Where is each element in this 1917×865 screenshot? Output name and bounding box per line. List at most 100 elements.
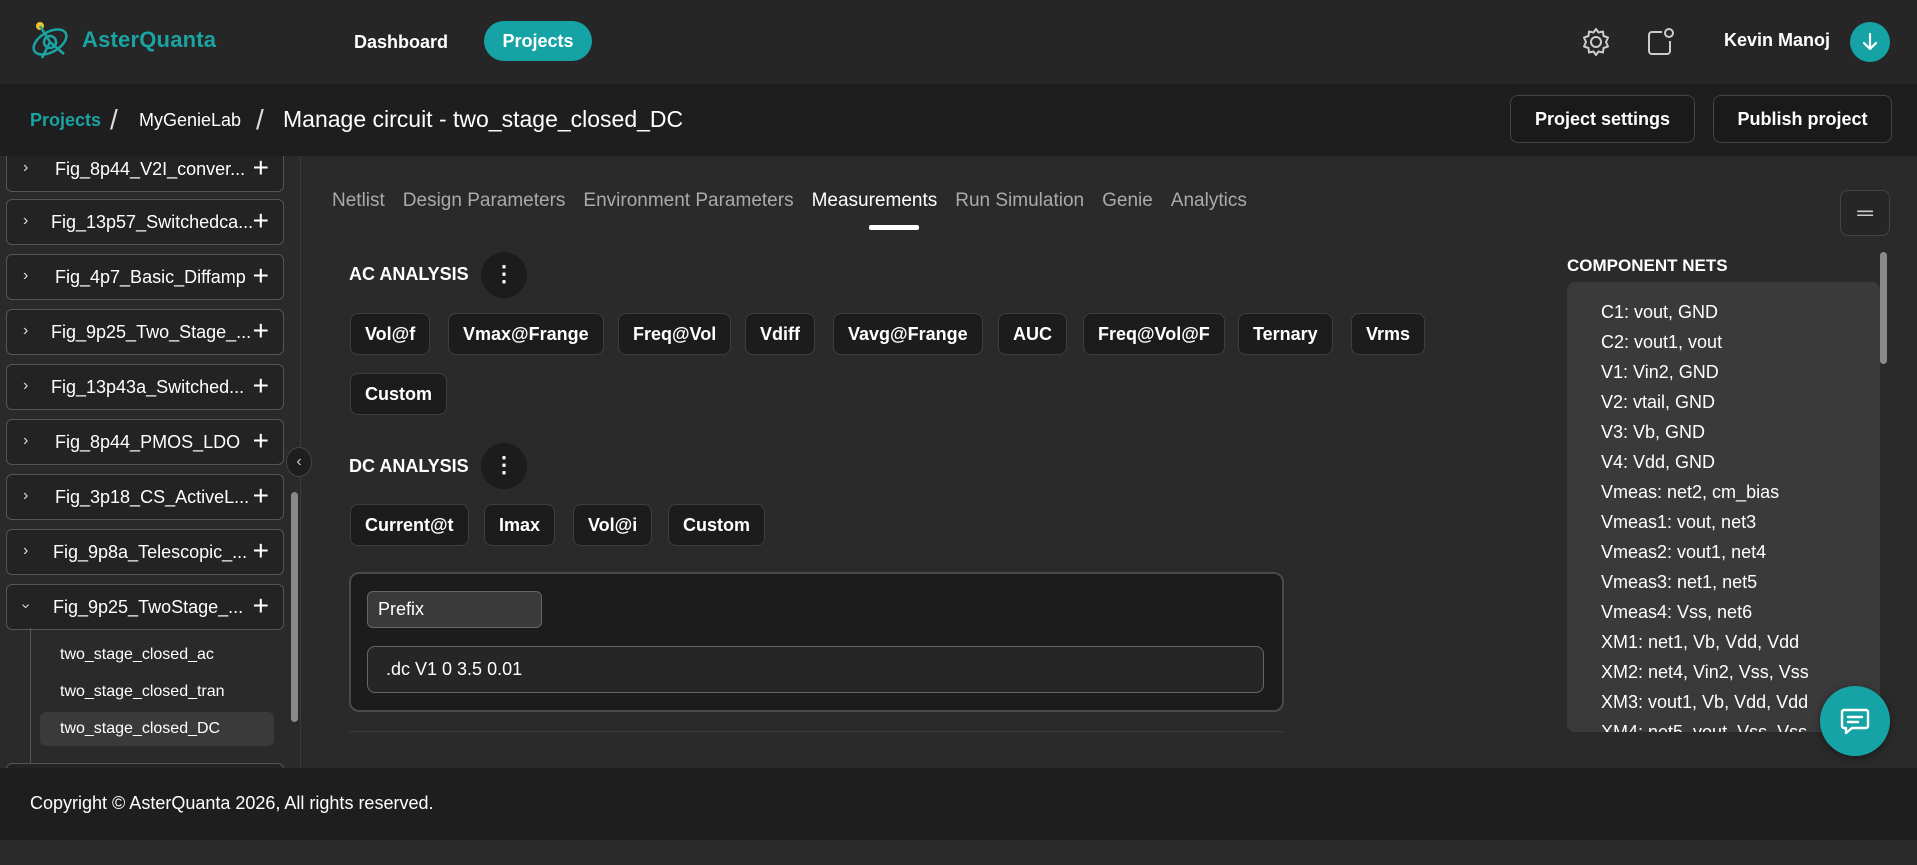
chat-button[interactable] bbox=[1820, 686, 1890, 756]
tab-analytics[interactable]: Analytics bbox=[1171, 190, 1247, 212]
nav-dashboard[interactable]: Dashboard bbox=[340, 22, 462, 62]
brand-name: AsterQuanta bbox=[82, 27, 217, 52]
analysis-command-input[interactable]: .dc V1 0 3.5 0.01 bbox=[367, 646, 1264, 693]
notification-icon[interactable] bbox=[1642, 24, 1678, 60]
net-item: C2: vout1, vout bbox=[1601, 332, 1723, 352]
user-name: Kevin Manoj bbox=[1724, 30, 1831, 50]
dc-chip[interactable]: Imax bbox=[484, 504, 556, 546]
sidebar-item[interactable]: › Fig_13p43a_Switched... + bbox=[6, 364, 284, 410]
net-item: V4: Vdd, GND bbox=[1601, 452, 1716, 472]
tab-measurements[interactable]: Measurements bbox=[812, 190, 938, 212]
dc-chip-custom[interactable]: Custom bbox=[668, 504, 765, 546]
sidebar-item[interactable]: › Fig_9p25_Two_Stage_... + bbox=[6, 309, 284, 355]
ac-chip[interactable]: Vmax@Frange bbox=[448, 313, 604, 355]
ac-chip[interactable]: Vdiff bbox=[745, 313, 815, 355]
ac-chip-custom[interactable]: Custom bbox=[350, 373, 447, 415]
component-nets-panel: C1: vout, GND C2: vout1, vout V1: Vin2, … bbox=[1567, 282, 1880, 732]
collapse-sidebar-button[interactable]: ‹ bbox=[286, 447, 312, 477]
sidebar-item-label: Fig_13p57_Switchedca... bbox=[51, 212, 254, 232]
tab-genie[interactable]: Genie bbox=[1102, 190, 1153, 212]
footer: Copyright © AsterQuanta 2026, All rights… bbox=[0, 768, 1917, 840]
add-icon[interactable]: + bbox=[253, 591, 269, 621]
sidebar-subitem-active[interactable]: two_stage_closed_DC bbox=[40, 712, 274, 746]
net-item: V2: vtail, GND bbox=[1601, 392, 1716, 412]
chevron-right-icon: › bbox=[23, 267, 29, 284]
logo[interactable]: AsterQuanta bbox=[28, 16, 216, 64]
dc-more-options-icon[interactable]: ⋮ bbox=[481, 443, 527, 489]
dc-analysis-title: DC ANALYSIS bbox=[349, 456, 469, 476]
ac-chip[interactable]: Freq@Vol bbox=[618, 313, 732, 355]
sidebar-item-label: Fig_13p43a_Switched... bbox=[51, 377, 245, 397]
panel-toggle-button[interactable]: ═ bbox=[1840, 190, 1890, 236]
add-icon[interactable]: + bbox=[253, 481, 269, 511]
breadcrumb: Projects / MyGenieLab / Manage circuit -… bbox=[0, 84, 1917, 156]
component-nets-list: C1: vout, GND C2: vout1, vout V1: Vin2, … bbox=[1601, 300, 1809, 732]
ac-analysis-title: AC ANALYSIS bbox=[349, 264, 469, 284]
net-item: Vmeas: net2, cm_bias bbox=[1601, 482, 1780, 502]
ac-chip[interactable]: Vavg@Frange bbox=[833, 313, 983, 355]
breadcrumb-separator: / bbox=[256, 104, 264, 135]
net-item: Vmeas4: Vss, net6 bbox=[1601, 602, 1753, 622]
component-nets-title: COMPONENT NETS bbox=[1567, 256, 1728, 275]
ac-chip[interactable]: AUC bbox=[998, 313, 1067, 355]
chevron-right-icon: › bbox=[23, 542, 29, 559]
gear-icon[interactable] bbox=[1578, 24, 1614, 60]
add-icon[interactable]: + bbox=[253, 261, 269, 291]
tab-design-parameters[interactable]: Design Parameters bbox=[403, 190, 566, 212]
sidebar-scrollbar[interactable] bbox=[291, 492, 298, 722]
dc-chip[interactable]: Vol@i bbox=[573, 504, 653, 546]
sidebar-subitem[interactable]: two_stage_closed_ac bbox=[40, 638, 274, 672]
sidebar-subitem[interactable]: two_stage_closed_tran bbox=[40, 675, 274, 709]
top-nav: AsterQuanta Dashboard Projects Kevin Man… bbox=[0, 0, 1917, 84]
chat-icon bbox=[1840, 708, 1870, 735]
net-item: V1: Vin2, GND bbox=[1601, 362, 1719, 382]
net-item: Vmeas1: vout, net3 bbox=[1601, 512, 1757, 532]
add-icon[interactable]: + bbox=[253, 156, 269, 183]
add-icon[interactable]: + bbox=[253, 316, 269, 346]
net-item: XM4: net5, vout, Vss, Vss bbox=[1601, 722, 1808, 732]
project-settings-button[interactable]: Project settings bbox=[1510, 95, 1695, 143]
publish-project-button[interactable]: Publish project bbox=[1713, 95, 1892, 143]
add-icon[interactable]: + bbox=[253, 426, 269, 456]
net-item: V3: Vb, GND bbox=[1601, 422, 1706, 442]
sidebar: › Fig_8p44_V2I_conver... + › Fig_13p57_S… bbox=[0, 156, 300, 768]
sidebar-item-label: Fig_9p25_Two_Stage_... bbox=[51, 322, 252, 342]
add-icon[interactable]: + bbox=[253, 536, 269, 566]
ac-chip[interactable]: Vol@f bbox=[350, 313, 431, 355]
sidebar-item-label: Fig_8p44_PMOS_LDO bbox=[55, 432, 241, 452]
breadcrumb-separator: / bbox=[110, 104, 118, 135]
ac-chip[interactable]: Ternary bbox=[1238, 313, 1333, 355]
net-item: Vmeas2: vout1, net4 bbox=[1601, 542, 1767, 562]
prefix-select[interactable]: Prefix bbox=[367, 591, 542, 628]
sidebar-item[interactable]: › Fig_9p8a_Telescopic_... + bbox=[6, 529, 284, 575]
sidebar-item[interactable]: › Fig_13p57_Switchedca... + bbox=[6, 199, 284, 245]
ac-more-options-icon[interactable]: ⋮ bbox=[481, 252, 527, 298]
sidebar-item-label: Fig_3p18_CS_ActiveL... bbox=[55, 487, 250, 507]
chevron-right-icon: › bbox=[23, 432, 29, 449]
chevron-right-icon: › bbox=[23, 377, 29, 394]
sidebar-item[interactable]: › Fig_8p44_PMOS_LDO + bbox=[6, 419, 284, 465]
add-icon[interactable]: + bbox=[253, 206, 269, 236]
net-item: C1: vout, GND bbox=[1601, 302, 1719, 322]
tab-run-simulation[interactable]: Run Simulation bbox=[955, 190, 1084, 212]
user-menu-button[interactable] bbox=[1850, 22, 1890, 62]
dc-chip[interactable]: Current@t bbox=[350, 504, 469, 546]
sidebar-item-label: Fig_9p8a_Telescopic_... bbox=[53, 542, 248, 562]
tab-netlist[interactable]: Netlist bbox=[332, 190, 385, 212]
nav-projects[interactable]: Projects bbox=[484, 21, 592, 61]
breadcrumb-projects[interactable]: Projects bbox=[30, 110, 101, 131]
tree-connector bbox=[30, 628, 31, 768]
sidebar-item[interactable]: › Fig_8p44_V2I_conver... + bbox=[6, 156, 284, 192]
sidebar-item-expanded[interactable]: › Fig_9p25_TwoStage_... + bbox=[6, 584, 284, 630]
breadcrumb-lab[interactable]: MyGenieLab bbox=[139, 110, 241, 131]
active-tab-indicator bbox=[869, 225, 919, 230]
sidebar-item[interactable]: › Fig_4p7_Basic_Diffamp + bbox=[6, 254, 284, 300]
tab-environment-parameters[interactable]: Environment Parameters bbox=[583, 190, 793, 212]
sidebar-item-label: Fig_8p44_V2I_conver... bbox=[55, 159, 246, 179]
nets-scrollbar[interactable] bbox=[1880, 252, 1887, 364]
add-icon[interactable]: + bbox=[253, 371, 269, 401]
ac-chip[interactable]: Vrms bbox=[1351, 313, 1426, 355]
ac-chip[interactable]: Freq@Vol@F bbox=[1083, 313, 1225, 355]
net-item: XM3: vout1, Vb, Vdd, Vdd bbox=[1601, 692, 1809, 712]
sidebar-item[interactable]: › Fig_3p18_CS_ActiveL... + bbox=[6, 474, 284, 520]
